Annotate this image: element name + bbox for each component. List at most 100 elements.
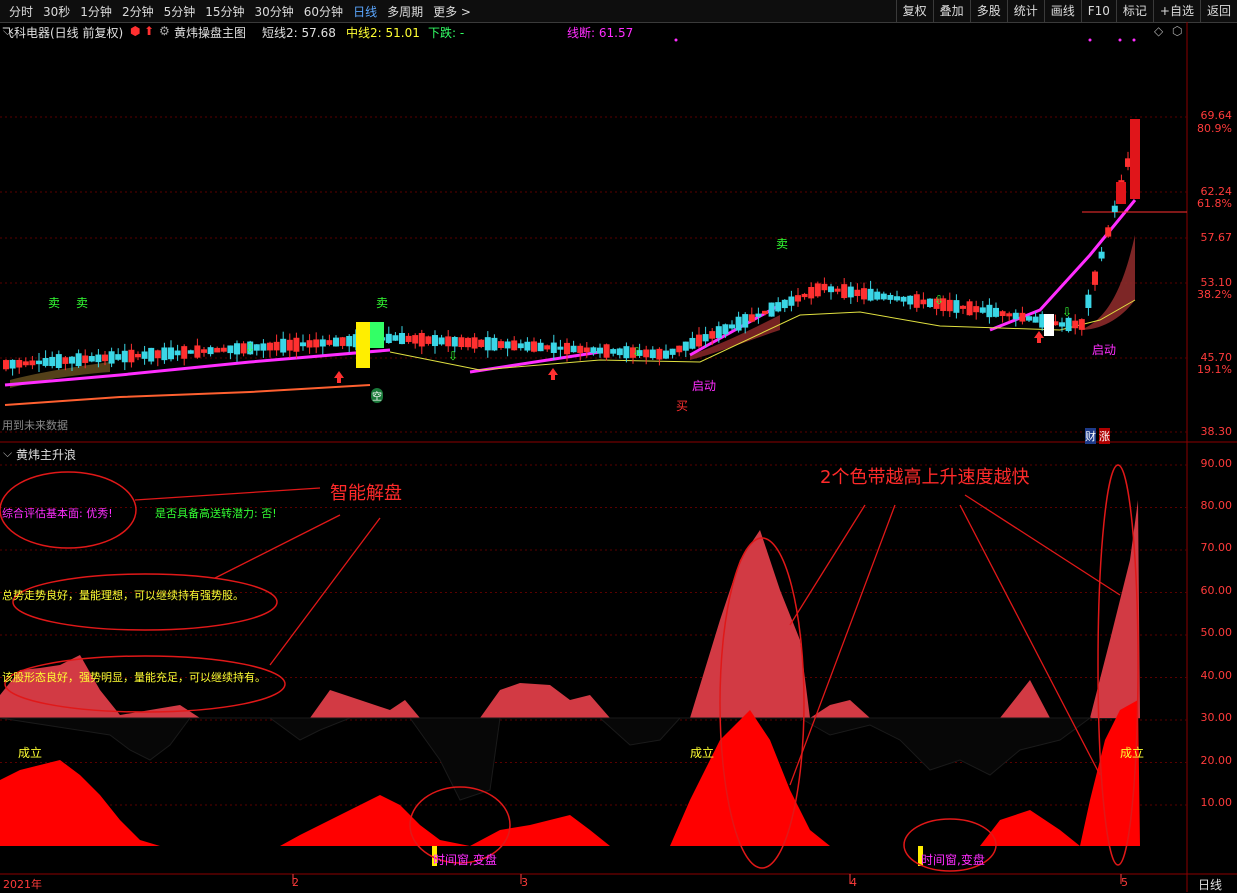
sub-axis-label: 80.00 bbox=[1200, 499, 1233, 512]
candle-body bbox=[517, 343, 524, 349]
candle-body bbox=[174, 350, 181, 356]
indicator-toggle-icon[interactable]: ⬢ bbox=[130, 24, 140, 38]
candle-body bbox=[907, 295, 914, 305]
buy-signal: 买 bbox=[676, 399, 689, 413]
candle-body bbox=[709, 331, 716, 339]
annotation-arrow bbox=[789, 504, 866, 626]
kline-chart[interactable]: ⇩ ⇩ ⇩ ⇩ ⇩ bbox=[0, 0, 1237, 892]
candle-body bbox=[788, 296, 795, 306]
price-label: 69.64 bbox=[1200, 109, 1233, 122]
candle-body bbox=[1078, 319, 1085, 330]
candle-body bbox=[392, 335, 399, 341]
candle-body bbox=[445, 336, 452, 347]
time-window-label: 时间窗,变盘 bbox=[921, 853, 985, 867]
sub-axis-label: 40.00 bbox=[1200, 669, 1233, 682]
candle-body bbox=[656, 348, 663, 360]
candle-body bbox=[511, 340, 518, 351]
candle-body bbox=[207, 347, 214, 355]
candle-body bbox=[1059, 322, 1065, 327]
up-arrow-icon bbox=[548, 368, 558, 380]
candle-body bbox=[451, 336, 458, 347]
candle-body bbox=[286, 339, 293, 351]
collapse-icon[interactable]: ⌵ bbox=[3, 446, 12, 461]
candle-body bbox=[841, 284, 848, 299]
down-arrow-icon: ⇩ bbox=[1062, 305, 1072, 319]
candle-body bbox=[227, 345, 234, 354]
annotation-arrow bbox=[134, 487, 321, 501]
smart-analysis-annotation: 智能解盘 bbox=[330, 483, 402, 504]
indicator-name[interactable]: 黄炜操盘主图 bbox=[174, 24, 246, 41]
up-arrow-icon bbox=[1034, 331, 1044, 343]
price-label: 57.67 bbox=[1200, 231, 1233, 244]
sub-axis-label: 50.00 bbox=[1200, 626, 1233, 639]
more-icon[interactable]: ⬡ bbox=[1172, 24, 1182, 38]
candle-body bbox=[128, 349, 135, 363]
candle-body bbox=[42, 357, 49, 366]
candle-body bbox=[722, 324, 729, 335]
candle-body bbox=[880, 293, 887, 300]
candle-body bbox=[531, 341, 537, 352]
candle-body bbox=[194, 345, 201, 358]
mid-line-value: 中线2: 51.01 bbox=[346, 26, 420, 40]
candle-body bbox=[141, 351, 148, 359]
down-arrow-icon: ⇩ bbox=[934, 293, 944, 307]
time-axis-label: 3 bbox=[521, 876, 528, 889]
candle-body bbox=[1116, 182, 1126, 204]
candle-body bbox=[484, 337, 491, 351]
candle-body bbox=[36, 360, 42, 365]
candle-body bbox=[319, 339, 326, 347]
candle-body bbox=[75, 353, 82, 367]
candle-body bbox=[590, 347, 597, 354]
candle-body bbox=[603, 344, 610, 358]
candle-body bbox=[570, 345, 577, 353]
annotation-shapes bbox=[0, 464, 1139, 872]
candle-body bbox=[465, 337, 471, 348]
start-signal: 启动 bbox=[1092, 343, 1117, 357]
candle-body bbox=[491, 337, 498, 351]
candle-body bbox=[121, 350, 128, 363]
sell-signal: 卖 bbox=[776, 237, 789, 251]
candle-body bbox=[1012, 312, 1019, 320]
sub-indicator-title[interactable]: 黄炜主升浪 bbox=[16, 446, 76, 463]
candle-body bbox=[135, 353, 141, 358]
candle-body bbox=[412, 335, 419, 344]
candle-body bbox=[9, 359, 16, 369]
long-ma-line bbox=[4, 384, 371, 406]
period-label[interactable]: 日线 bbox=[1198, 876, 1222, 893]
time-axis-label: 2 bbox=[292, 876, 299, 889]
diamond-icon[interactable]: ◇ bbox=[1154, 24, 1163, 38]
light-band-area bbox=[0, 500, 1140, 718]
candle-body bbox=[88, 356, 95, 362]
candle-body bbox=[1072, 320, 1079, 329]
candle-body bbox=[1006, 313, 1013, 317]
break-line-value: 线断: 61.57 bbox=[567, 26, 634, 40]
candle-body bbox=[115, 354, 122, 360]
candle-body bbox=[49, 356, 56, 367]
candle-body bbox=[960, 305, 966, 309]
candle-body bbox=[781, 299, 788, 309]
sub-axis-label: 30.00 bbox=[1200, 711, 1233, 724]
candle-body bbox=[3, 360, 9, 370]
candle-body bbox=[55, 354, 62, 368]
short-line-value: 短线2: 57.68 bbox=[262, 26, 336, 40]
candle-body bbox=[1111, 205, 1118, 213]
candle-body bbox=[762, 310, 768, 314]
candle-body bbox=[418, 332, 425, 347]
candle-body bbox=[326, 340, 333, 345]
price-pct-label: 61.8% bbox=[1197, 197, 1232, 210]
settings-icon[interactable]: ⚙ bbox=[159, 24, 170, 38]
candle-body bbox=[887, 294, 894, 300]
candle-body bbox=[828, 286, 834, 293]
candle-body bbox=[946, 299, 953, 312]
price-pct-label: 19.1% bbox=[1197, 363, 1232, 376]
empty-signal: 空 bbox=[371, 388, 383, 403]
price-pct-label: 80.9% bbox=[1197, 122, 1232, 135]
candle-body bbox=[927, 298, 933, 308]
dot-marker bbox=[1088, 38, 1092, 42]
candle-body bbox=[161, 347, 168, 361]
candle-body bbox=[201, 349, 207, 353]
candle-body bbox=[682, 341, 689, 351]
candle-body bbox=[280, 338, 287, 353]
candle-body bbox=[748, 314, 755, 322]
shape-note: 该股形态良好，强势明显，量能充足，可以继续持有。 bbox=[2, 671, 266, 684]
